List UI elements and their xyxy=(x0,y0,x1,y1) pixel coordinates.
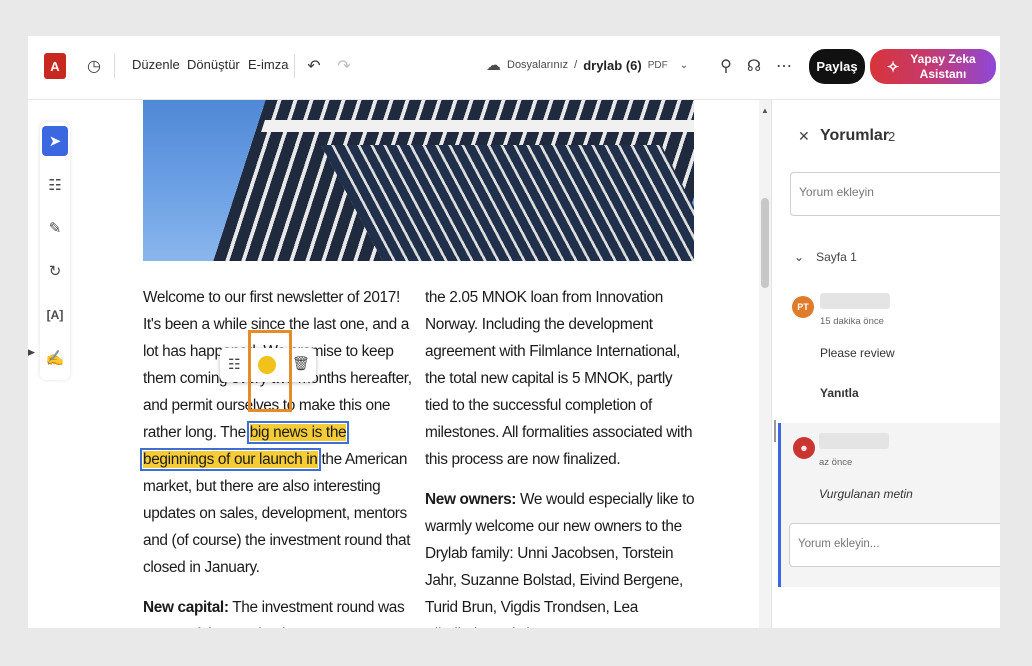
comment-tool-icon[interactable]: ☷ xyxy=(42,170,68,200)
text-column-right: the 2.05 MNOK loan from Innovation Norwa… xyxy=(425,284,697,628)
ai-chat-icon: ✧ xyxy=(886,58,900,76)
left-tool-rail: ➤ ☷ ✎ ↻ [A] ✍ xyxy=(40,122,70,380)
menu-esign[interactable]: E-imza xyxy=(248,57,288,72)
comments-panel: ✕ Yorumlar 2 Yorum ekleyin ⌄ Sayfa 1 PT 1… xyxy=(771,100,1000,628)
highlight-color-button[interactable] xyxy=(258,356,276,374)
paragraph-text: the American market, but there are also … xyxy=(143,451,411,576)
comment-time: 15 dakika önce xyxy=(820,316,884,327)
avatar: ☻ xyxy=(793,437,815,459)
ai-assistant-label: Yapay Zeka Asistanı xyxy=(910,51,976,81)
pdf-page: Welcome to our first newsletter of 2017!… xyxy=(78,100,758,628)
trash-icon[interactable]: 🗑 xyxy=(292,355,310,372)
comment-time: az önce xyxy=(819,457,853,468)
cloud-icon: ☁ xyxy=(486,57,501,74)
document-scrollbar[interactable]: ▲ xyxy=(759,100,771,628)
panel-title: Yorumlar xyxy=(820,127,890,144)
pen-tool-icon[interactable]: ✎ xyxy=(42,213,68,243)
add-comment-input[interactable]: Yorum ekleyin xyxy=(790,172,1000,216)
author-name-placeholder xyxy=(819,433,889,449)
headphones-icon[interactable]: ☊ xyxy=(744,56,764,76)
paragraph-text: the 2.05 MNOK loan from Innovation Norwa… xyxy=(425,289,693,468)
breadcrumb: ☁ Dosyalarınız / drylab (6) PDF ⌄ xyxy=(486,56,688,74)
building-windows xyxy=(321,145,694,261)
text-select-tool-icon[interactable]: [A] xyxy=(42,300,68,330)
app-window: A ◷ Düzenle Dönüştür E-imza ↶ ↷ ☁ Dosyal… xyxy=(28,36,1000,628)
page-group-header[interactable]: ⌄ Sayfa 1 xyxy=(794,250,857,264)
section-heading: New capital: xyxy=(143,599,229,616)
section-heading: New owners: xyxy=(425,491,517,508)
menu-convert[interactable]: Dönüştür xyxy=(187,57,240,72)
top-toolbar: A ◷ Düzenle Dönüştür E-imza ↶ ↷ ☁ Dosyal… xyxy=(28,36,1000,100)
building-photo xyxy=(143,100,694,261)
tools-circle-icon[interactable]: ◷ xyxy=(84,56,104,76)
more-icon[interactable]: ⋯ xyxy=(774,56,794,76)
comment-text: Vurgulanan metin xyxy=(819,487,913,501)
file-name[interactable]: drylab (6) xyxy=(583,58,642,73)
comment-card[interactable]: PT 15 dakika önce Please review Yanıtla xyxy=(772,286,1000,416)
divider xyxy=(114,54,115,78)
paragraph-text: We would especially like to warmly welco… xyxy=(425,491,695,628)
add-comment-icon[interactable]: ☷ xyxy=(228,356,241,373)
avatar: PT xyxy=(792,296,814,318)
sign-tool-icon[interactable]: ✍ xyxy=(42,343,68,373)
reply-button[interactable]: Yanıtla xyxy=(820,386,859,400)
menu-edit[interactable]: Düzenle xyxy=(132,57,180,72)
scrollbar-thumb[interactable] xyxy=(761,198,769,288)
scroll-up-icon[interactable]: ▲ xyxy=(761,106,769,115)
lasso-tool-icon[interactable]: ↻ xyxy=(42,256,68,286)
building-band xyxy=(261,120,694,132)
search-icon[interactable]: ⚲ xyxy=(716,56,736,76)
highlight-mini-toolbar: ☷ 🗑 xyxy=(220,330,316,412)
comment-card-selected[interactable]: ☻ az önce Vurgulanan metin Yorum ekleyin… xyxy=(778,423,1000,587)
file-type-badge: PDF xyxy=(647,59,668,71)
breadcrumb-location[interactable]: Dosyalarınız xyxy=(507,59,568,71)
ai-assistant-button[interactable]: ✧ Yapay Zeka Asistanı xyxy=(870,49,996,84)
reply-input[interactable]: Yorum ekleyin... xyxy=(789,523,1000,567)
divider xyxy=(294,54,295,78)
share-button[interactable]: Paylaş xyxy=(809,49,865,84)
mouse-cursor-icon: ➤ xyxy=(28,344,36,360)
chevron-down-icon[interactable]: ⌄ xyxy=(794,250,804,264)
close-icon[interactable]: ✕ xyxy=(798,128,810,145)
acrobat-logo-icon[interactable]: A xyxy=(44,53,66,79)
chevron-down-icon[interactable]: ⌄ xyxy=(680,60,688,71)
redo-icon[interactable]: ↷ xyxy=(334,56,354,76)
divider xyxy=(774,420,776,442)
undo-icon[interactable]: ↶ xyxy=(304,56,324,76)
comment-text: Please review xyxy=(820,346,895,360)
breadcrumb-separator: / xyxy=(574,59,578,71)
comment-count: 2 xyxy=(888,129,896,144)
page-group-label: Sayfa 1 xyxy=(816,250,857,264)
select-tool-icon[interactable]: ➤ xyxy=(42,126,68,156)
author-name-placeholder xyxy=(820,293,890,309)
